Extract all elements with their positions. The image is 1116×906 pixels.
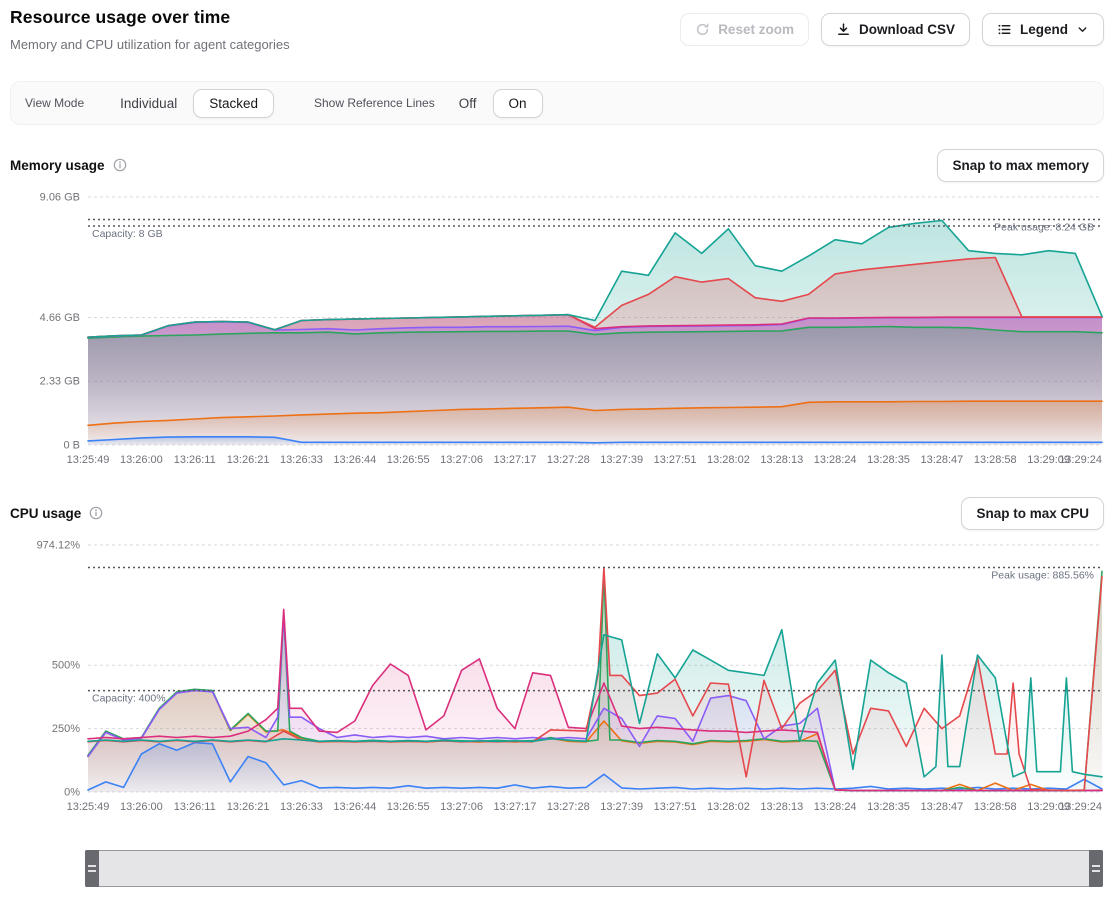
svg-text:13:28:13: 13:28:13: [760, 454, 803, 466]
download-csv-button[interactable]: Download CSV: [821, 13, 970, 46]
svg-text:13:28:13: 13:28:13: [760, 801, 803, 813]
info-icon[interactable]: [89, 506, 103, 520]
svg-text:500%: 500%: [52, 660, 80, 672]
svg-text:Peak usage: 8.24 GB: Peak usage: 8.24 GB: [994, 221, 1094, 233]
snap-to-max-memory-button[interactable]: Snap to max memory: [937, 149, 1104, 182]
brush-handle-left[interactable]: [85, 850, 99, 887]
svg-text:13:27:51: 13:27:51: [654, 801, 697, 813]
svg-text:13:26:21: 13:26:21: [227, 801, 270, 813]
svg-text:13:27:06: 13:27:06: [440, 454, 483, 466]
svg-text:13:28:02: 13:28:02: [707, 801, 750, 813]
svg-text:13:28:47: 13:28:47: [920, 454, 963, 466]
download-icon: [836, 22, 851, 37]
legend-label: Legend: [1020, 22, 1068, 37]
reset-zoom-button[interactable]: Reset zoom: [680, 13, 809, 46]
svg-text:Capacity: 400%: Capacity: 400%: [92, 693, 166, 705]
svg-text:13:28:24: 13:28:24: [814, 801, 857, 813]
grip-line: [88, 870, 96, 872]
page-subtitle: Memory and CPU utilization for agent cat…: [10, 37, 290, 52]
svg-text:13:28:58: 13:28:58: [974, 801, 1017, 813]
resource-usage-dashboard: Resource usage over time Memory and CPU …: [0, 0, 1116, 906]
brush-handle-right[interactable]: [1089, 850, 1103, 887]
svg-text:13:26:00: 13:26:00: [120, 801, 163, 813]
svg-text:13:27:39: 13:27:39: [600, 454, 643, 466]
svg-text:2.33 GB: 2.33 GB: [40, 376, 80, 388]
svg-text:4.66 GB: 4.66 GB: [40, 312, 80, 324]
refresh-icon: [695, 22, 710, 37]
reset-zoom-label: Reset zoom: [718, 22, 794, 37]
svg-text:13:26:11: 13:26:11: [174, 454, 216, 466]
grip-line: [1092, 865, 1100, 867]
reference-lines-off-option[interactable]: Off: [449, 90, 487, 117]
cpu-section-title: CPU usage: [10, 506, 81, 521]
svg-text:9.06 GB: 9.06 GB: [40, 192, 80, 204]
memory-section-title: Memory usage: [10, 158, 105, 173]
view-mode-stacked-option-selected[interactable]: Stacked: [193, 89, 274, 118]
svg-text:13:28:35: 13:28:35: [867, 454, 910, 466]
svg-text:13:27:17: 13:27:17: [494, 801, 537, 813]
svg-text:13:29:24: 13:29:24: [1059, 454, 1102, 466]
svg-text:13:28:58: 13:28:58: [974, 454, 1017, 466]
svg-text:13:27:06: 13:27:06: [440, 801, 483, 813]
svg-text:13:27:28: 13:27:28: [547, 801, 590, 813]
svg-text:13:26:11: 13:26:11: [174, 801, 216, 813]
svg-text:13:28:35: 13:28:35: [867, 801, 910, 813]
chart-options-toolbar: View Mode Individual Stacked Show Refere…: [10, 81, 1104, 125]
svg-text:13:26:33: 13:26:33: [280, 801, 323, 813]
svg-text:13:28:24: 13:28:24: [814, 454, 857, 466]
legend-button[interactable]: Legend: [982, 13, 1104, 46]
svg-text:13:26:44: 13:26:44: [333, 801, 376, 813]
svg-text:Capacity: 8 GB: Capacity: 8 GB: [92, 228, 163, 240]
grip-line: [88, 865, 96, 867]
svg-text:13:27:39: 13:27:39: [600, 801, 643, 813]
memory-section-header: Memory usage Snap to max memory: [10, 148, 1104, 182]
svg-text:Peak usage: 885.56%: Peak usage: 885.56%: [991, 569, 1094, 581]
view-mode-individual-option[interactable]: Individual: [110, 90, 187, 117]
svg-text:13:26:55: 13:26:55: [387, 801, 430, 813]
show-reference-lines-label: Show Reference Lines: [314, 96, 435, 110]
svg-text:13:26:21: 13:26:21: [227, 454, 270, 466]
cpu-usage-chart[interactable]: 974.12% 500% 250% 0% Capacity: 400% Peak usag…: [0, 533, 1116, 825]
chevron-down-icon: [1076, 23, 1089, 36]
svg-text:0 B: 0 B: [63, 440, 80, 452]
svg-text:13:28:02: 13:28:02: [707, 454, 750, 466]
reference-lines-on-option-selected[interactable]: On: [493, 89, 543, 118]
svg-text:250%: 250%: [52, 723, 80, 735]
svg-text:13:27:51: 13:27:51: [654, 454, 697, 466]
download-csv-label: Download CSV: [859, 22, 955, 37]
svg-text:13:25:49: 13:25:49: [67, 801, 110, 813]
info-icon[interactable]: [113, 158, 127, 172]
svg-text:13:26:00: 13:26:00: [120, 454, 163, 466]
svg-text:13:27:28: 13:27:28: [547, 454, 590, 466]
view-mode-label: View Mode: [25, 96, 84, 110]
memory-usage-chart[interactable]: 9.06 GB 4.66 GB 2.33 GB 0 B Capacity: 8 GB Pe…: [0, 185, 1116, 477]
svg-text:13:28:47: 13:28:47: [920, 801, 963, 813]
header-buttons: Reset zoom Download CSV Legend: [680, 13, 1104, 46]
svg-text:0%: 0%: [64, 787, 80, 799]
svg-text:13:26:55: 13:26:55: [387, 454, 430, 466]
svg-text:13:26:44: 13:26:44: [333, 454, 376, 466]
page-title: Resource usage over time: [10, 7, 230, 28]
svg-text:13:29:24: 13:29:24: [1059, 801, 1102, 813]
cpu-section-header: CPU usage Snap to max CPU: [10, 496, 1104, 530]
svg-text:13:25:49: 13:25:49: [67, 454, 110, 466]
svg-text:13:26:33: 13:26:33: [280, 454, 323, 466]
snap-to-max-cpu-button[interactable]: Snap to max CPU: [961, 497, 1104, 530]
grip-line: [1092, 870, 1100, 872]
list-icon: [997, 22, 1012, 37]
time-range-brush[interactable]: [85, 850, 1103, 887]
svg-text:13:27:17: 13:27:17: [494, 454, 537, 466]
svg-text:974.12%: 974.12%: [37, 540, 81, 552]
